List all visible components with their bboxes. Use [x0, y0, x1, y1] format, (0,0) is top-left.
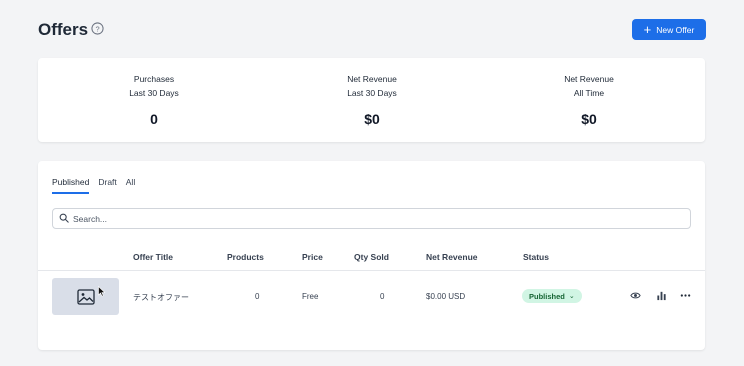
column-header-net-revenue[interactable]: Net Revenue: [426, 252, 478, 262]
stat-value: $0: [581, 111, 597, 127]
column-header-offer-title[interactable]: Offer Title: [133, 252, 173, 262]
mouse-cursor-icon: [98, 286, 106, 297]
page-title: Offers: [38, 20, 89, 39]
search-input[interactable]: [73, 213, 673, 224]
tab-draft[interactable]: Draft: [98, 177, 116, 194]
search-box[interactable]: [52, 208, 691, 229]
offer-thumbnail[interactable]: [52, 278, 119, 315]
stat-net-revenue-30d: Net Revenue Last 30 Days $0: [292, 72, 452, 127]
offer-net-revenue: $0.00 USD: [426, 292, 466, 301]
svg-text:?: ?: [95, 24, 99, 33]
page-header: Offers ? + New Offer: [38, 18, 706, 42]
offer-products: 0: [255, 292, 260, 301]
stat-sublabel: Last 30 Days: [129, 88, 179, 98]
help-circle-icon[interactable]: ?: [91, 22, 104, 35]
chevron-down-icon: ⌄: [568, 293, 575, 300]
stat-purchases-30d: Purchases Last 30 Days 0: [74, 72, 234, 127]
stat-sublabel: All Time: [573, 88, 605, 98]
column-header-products[interactable]: Products: [227, 252, 264, 262]
offer-title[interactable]: テストオファー: [133, 292, 189, 303]
stat-value: $0: [364, 111, 380, 127]
stat-label: Net Revenue: [564, 74, 614, 84]
stat-sublabel: Last 30 Days: [347, 88, 397, 98]
header-divider: [38, 270, 705, 271]
search-icon: [59, 210, 69, 228]
offer-qty-sold: 0: [380, 292, 385, 301]
status-tabs: Published Draft All: [52, 177, 135, 194]
image-placeholder-icon: [76, 288, 95, 305]
offer-price: Free: [302, 292, 319, 301]
status-badge-label: Published: [529, 291, 565, 301]
status-badge[interactable]: Published ⌄: [522, 289, 582, 303]
column-header-price[interactable]: Price: [302, 252, 323, 262]
tab-all[interactable]: All: [126, 177, 135, 194]
stat-value: 0: [150, 111, 158, 127]
column-header-qty-sold[interactable]: Qty Sold: [354, 252, 389, 262]
new-offer-button[interactable]: + New Offer: [632, 19, 706, 40]
eye-icon[interactable]: [629, 289, 641, 301]
stat-net-revenue-all-time: Net Revenue All Time $0: [509, 72, 669, 127]
new-offer-label: New Offer: [656, 24, 695, 35]
more-horizontal-icon[interactable]: [679, 289, 691, 301]
column-header-status[interactable]: Status: [523, 252, 549, 262]
bar-chart-icon[interactable]: [655, 289, 667, 301]
stat-label: Purchases: [133, 74, 175, 84]
offers-table-card: Published Draft All Offer Title Products…: [38, 161, 705, 350]
plus-icon: +: [643, 21, 652, 37]
tab-published[interactable]: Published: [52, 177, 90, 194]
stats-card: Purchases Last 30 Days 0 Net Revenue Las…: [38, 58, 705, 142]
stat-label: Net Revenue: [347, 74, 397, 84]
